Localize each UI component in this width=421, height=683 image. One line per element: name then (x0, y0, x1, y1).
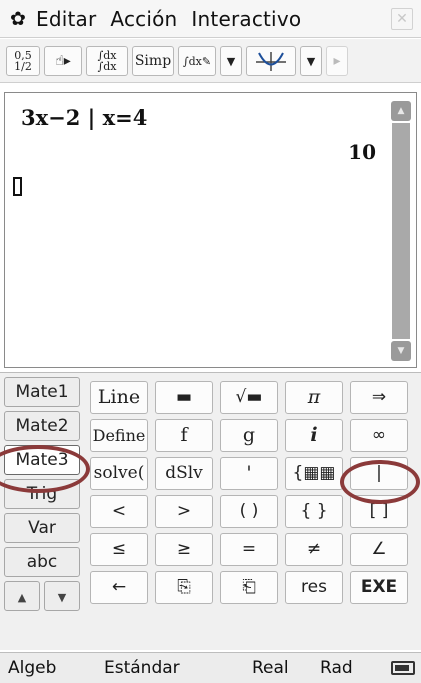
gear-icon[interactable]: ✿ (0, 8, 36, 30)
integral-edit-icon[interactable]: ∫dx✎ (178, 46, 216, 76)
menu-editar[interactable]: Editar (36, 7, 96, 31)
tab-mate3[interactable]: Mate3 (4, 445, 80, 475)
status-angle[interactable]: Rad (320, 658, 353, 678)
key-not-equal[interactable]: ≠ (285, 533, 343, 566)
decimal-fraction-toggle-button[interactable]: 0,5 1/2 (6, 46, 40, 76)
key-define[interactable]: Define (90, 419, 148, 452)
tab-scroll-down-button[interactable]: ▼ (44, 581, 80, 611)
key-dslv[interactable]: dSlv (155, 457, 213, 490)
chevron-down-icon[interactable]: ▼ (220, 46, 242, 76)
tab-scroll-up-button[interactable]: ▲ (4, 581, 40, 611)
key-exe[interactable]: EXE (350, 571, 408, 604)
status-number[interactable]: Real (252, 658, 289, 678)
simp-button[interactable]: Simp (132, 46, 174, 76)
chevron-right-icon[interactable]: ▸ (326, 46, 348, 76)
paste-icon[interactable]: ⎗ (220, 571, 278, 604)
key-with-operator[interactable]: | (350, 457, 408, 490)
copy-icon[interactable]: ⎘ (155, 571, 213, 604)
key-equals[interactable]: = (220, 533, 278, 566)
keyboard-tabs: Mate1 Mate2 Mate3 Trig Var abc ▲ ▼ (4, 375, 82, 647)
status-bar: Algeb Estándar Real Rad (0, 652, 421, 683)
key-less-equal[interactable]: ≤ (90, 533, 148, 566)
toolbar: 0,5 1/2 ☝▸ ∫dx ∫dx Simp ∫dx✎ ▼ ▼ ▸ (0, 39, 421, 83)
tab-trig[interactable]: Trig (4, 479, 80, 509)
tab-mate1[interactable]: Mate1 (4, 377, 80, 407)
scroll-up-icon[interactable]: ▲ (391, 101, 411, 121)
key-system[interactable]: {▦▦ (285, 457, 343, 490)
key-angle[interactable]: ∠ (350, 533, 408, 566)
key-brackets[interactable]: [ ] (350, 495, 408, 528)
key-imaginary[interactable]: i (285, 419, 343, 452)
input-expression[interactable]: 3x−2 | x=4 (21, 105, 147, 130)
key-parentheses[interactable]: ( ) (220, 495, 278, 528)
menu-accion[interactable]: Acción (110, 7, 177, 31)
main-workarea[interactable]: 3x−2 | x=4 10 ▲ ▼ (4, 92, 417, 368)
status-mode[interactable]: Algeb (8, 658, 56, 678)
result-value: 10 (348, 140, 376, 164)
tab-mate2[interactable]: Mate2 (4, 411, 80, 441)
key-implies[interactable]: ⇒ (350, 381, 408, 414)
tab-var[interactable]: Var (4, 513, 80, 543)
key-braces[interactable]: { } (285, 495, 343, 528)
scroll-track[interactable] (392, 123, 410, 339)
soft-keyboard: Mate1 Mate2 Mate3 Trig Var abc ▲ ▼ Line … (0, 372, 421, 650)
scrollbar[interactable]: ▲ ▼ (390, 101, 412, 361)
key-g[interactable]: g (220, 419, 278, 452)
key-less-than[interactable]: < (90, 495, 148, 528)
drag-hand-icon[interactable]: ☝▸ (44, 46, 82, 76)
key-prime[interactable]: ' (220, 457, 278, 490)
tab-abc[interactable]: abc (4, 547, 80, 577)
close-icon[interactable]: ✕ (391, 8, 413, 30)
key-res[interactable]: res (285, 571, 343, 604)
key-fraction[interactable]: ▬ (155, 381, 213, 414)
key-line[interactable]: Line (90, 381, 148, 414)
graph-icon[interactable] (246, 46, 296, 76)
menu-interactivo[interactable]: Interactivo (191, 7, 301, 31)
key-greater-than[interactable]: > (155, 495, 213, 528)
status-format[interactable]: Estándar (104, 658, 180, 678)
integral-toggle-icon[interactable]: ∫dx ∫dx (86, 46, 128, 76)
key-infinity[interactable]: ∞ (350, 419, 408, 452)
battery-icon (391, 661, 415, 675)
scroll-down-icon[interactable]: ▼ (391, 341, 411, 361)
key-pi[interactable]: π (285, 381, 343, 414)
graph-axes-icon (256, 52, 286, 71)
key-backspace[interactable]: ← (90, 571, 148, 604)
key-f[interactable]: f (155, 419, 213, 452)
menu-bar: ✿ Editar Acción Interactivo ✕ (0, 0, 421, 38)
key-greater-equal[interactable]: ≥ (155, 533, 213, 566)
input-cursor[interactable] (13, 177, 22, 196)
key-solve[interactable]: solve( (90, 457, 148, 490)
key-sqrt[interactable]: √▬ (220, 381, 278, 414)
chevron-down-icon[interactable]: ▼ (300, 46, 322, 76)
